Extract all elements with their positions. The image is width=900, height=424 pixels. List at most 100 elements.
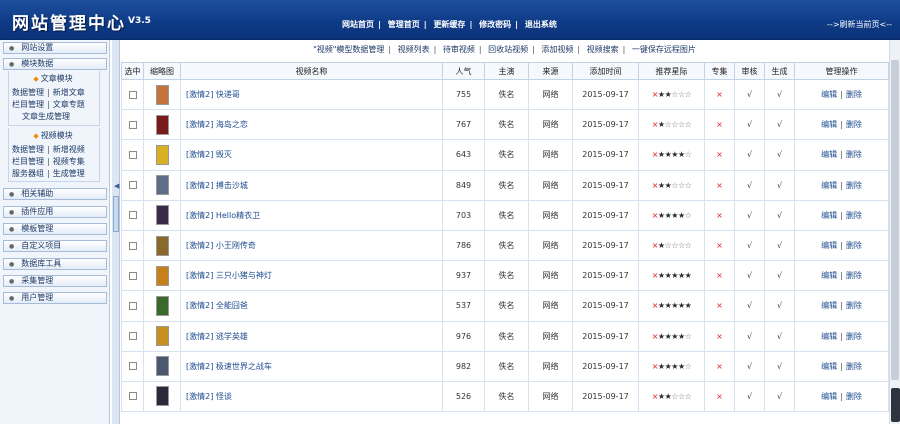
video-thumbnail[interactable] [155,356,169,377]
nav-admin-home[interactable]: 管理首页 [388,20,420,29]
video-thumbnail[interactable] [155,265,169,286]
star-empty-icon[interactable]: ☆ [685,332,692,341]
row-checkbox[interactable] [128,332,137,341]
review-status[interactable]: √ [734,78,765,111]
review-status[interactable]: √ [734,139,765,171]
edit-link[interactable]: 编辑 [821,120,837,129]
star-empty-icon[interactable]: ☆ [685,90,692,99]
review-status[interactable]: √ [734,350,765,382]
edit-link[interactable]: 编辑 [821,362,837,371]
video-thumbnail[interactable] [155,386,169,407]
sidebar-item-custom[interactable]: ● 自定义项目 [3,240,107,252]
star-filled-icon[interactable]: ★ [678,362,685,371]
sidebar-item-collect[interactable]: ● 采集管理 [3,275,107,287]
video-thumbnail[interactable] [155,326,169,347]
review-status[interactable]: √ [734,169,765,201]
star-filled-icon[interactable]: ★ [658,362,665,371]
delete-link[interactable]: 删除 [846,181,862,190]
generate-status[interactable]: √ [764,320,795,352]
star-filled-icon[interactable]: ★ [678,332,685,341]
sidebar-item-users[interactable]: ● 用户管理 [3,292,107,304]
video-name-link[interactable]: [激情2] 三只小猪与神灯 [180,260,443,292]
delete-link[interactable]: 删除 [846,332,862,341]
video-thumbnail[interactable] [155,84,169,105]
generate-status[interactable]: √ [764,260,795,292]
delete-link[interactable]: 删除 [846,120,862,129]
row-checkbox[interactable] [128,150,137,159]
delete-link[interactable]: 删除 [846,271,862,280]
generate-status[interactable]: √ [764,290,795,322]
row-checkbox[interactable] [128,241,137,250]
star-filled-icon[interactable]: ★ [678,271,685,280]
splitter-handle[interactable] [113,196,119,232]
video-name-link[interactable]: [激情2] 快递哥 [180,78,443,111]
edit-link[interactable]: 编辑 [821,271,837,280]
sidebar-item-related-tools[interactable]: ● 相关辅助 [3,188,107,200]
review-status[interactable]: √ [734,229,765,262]
series-status[interactable]: × [704,139,735,171]
star-filled-icon[interactable]: ★ [658,301,665,310]
star-empty-icon[interactable]: ☆ [685,362,692,371]
text-add-article-link[interactable]: 新增文章 [53,88,85,97]
star-empty-icon[interactable]: ☆ [685,120,692,129]
nav-change-password[interactable]: 修改密码 [479,20,511,29]
edit-link[interactable]: 编辑 [821,181,837,190]
delete-link[interactable]: 删除 [846,392,862,401]
nav-update-cache[interactable]: 更新缓存 [433,20,465,29]
review-status[interactable]: √ [734,260,765,292]
star-filled-icon[interactable]: ★ [671,150,678,159]
star-empty-icon[interactable]: ☆ [678,120,685,129]
video-series-link[interactable]: 视频专集 [53,157,85,166]
sidebar-splitter[interactable] [112,40,120,424]
star-empty-icon[interactable]: ☆ [671,120,678,129]
edit-link[interactable]: 编辑 [821,301,837,310]
row-checkbox[interactable] [128,271,137,280]
video-name-link[interactable]: [激情2] 全能囧爸 [180,290,443,322]
sidebar-item-module-data[interactable]: ● 模块数据 [3,58,107,70]
generate-status[interactable]: √ [764,109,795,141]
star-empty-icon[interactable]: ☆ [685,181,692,190]
generate-status[interactable]: √ [764,78,795,111]
edit-link[interactable]: 编辑 [821,241,837,250]
delete-link[interactable]: 删除 [846,211,862,220]
series-status[interactable]: × [704,350,735,382]
video-data-manage-link[interactable]: 数据管理 [12,145,44,154]
star-filled-icon[interactable]: ★ [658,181,665,190]
review-status[interactable]: √ [734,290,765,322]
edit-link[interactable]: 编辑 [821,90,837,99]
video-name-link[interactable]: [激情2] 极速世界之战车 [180,350,443,382]
video-thumbnail[interactable] [155,114,169,135]
star-filled-icon[interactable]: ★ [658,90,665,99]
video-name-link[interactable]: [激情2] 逃学英雄 [180,320,443,352]
edit-link[interactable]: 编辑 [821,392,837,401]
generate-status[interactable]: √ [764,350,795,382]
text-column-manage-link[interactable]: 栏目管理 [12,100,44,109]
delete-link[interactable]: 删除 [846,301,862,310]
star-filled-icon[interactable]: ★ [658,120,665,129]
video-name-link[interactable]: [激情2] 怪谈 [180,380,443,413]
video-add-link[interactable]: 新增视频 [53,145,85,154]
generate-status[interactable]: √ [764,139,795,171]
series-status[interactable]: × [704,320,735,352]
review-status[interactable]: √ [734,320,765,352]
star-filled-icon[interactable]: ★ [658,241,665,250]
row-checkbox[interactable] [128,301,137,310]
text-data-manage-link[interactable]: 数据管理 [12,88,44,97]
sidebar-item-templates[interactable]: ● 模板管理 [3,223,107,235]
delete-link[interactable]: 删除 [846,90,862,99]
delete-link[interactable]: 删除 [846,150,862,159]
star-empty-icon[interactable]: ☆ [678,90,685,99]
star-filled-icon[interactable]: ★ [671,301,678,310]
row-checkbox[interactable] [128,181,137,190]
video-name-link[interactable]: [激情2] 搏击沙城 [180,169,443,201]
star-empty-icon[interactable]: ☆ [671,181,678,190]
star-filled-icon[interactable]: ★ [658,211,665,220]
video-thumbnail[interactable] [155,235,169,256]
video-generate-manage-link[interactable]: 生成管理 [53,169,85,178]
sidebar-item-database[interactable]: ● 数据库工具 [3,258,107,270]
star-filled-icon[interactable]: ★ [685,301,692,310]
video-server-group-link[interactable]: 服务器组 [12,169,44,178]
row-checkbox[interactable] [128,362,137,371]
star-empty-icon[interactable]: ☆ [678,241,685,250]
star-empty-icon[interactable]: ☆ [685,392,692,401]
